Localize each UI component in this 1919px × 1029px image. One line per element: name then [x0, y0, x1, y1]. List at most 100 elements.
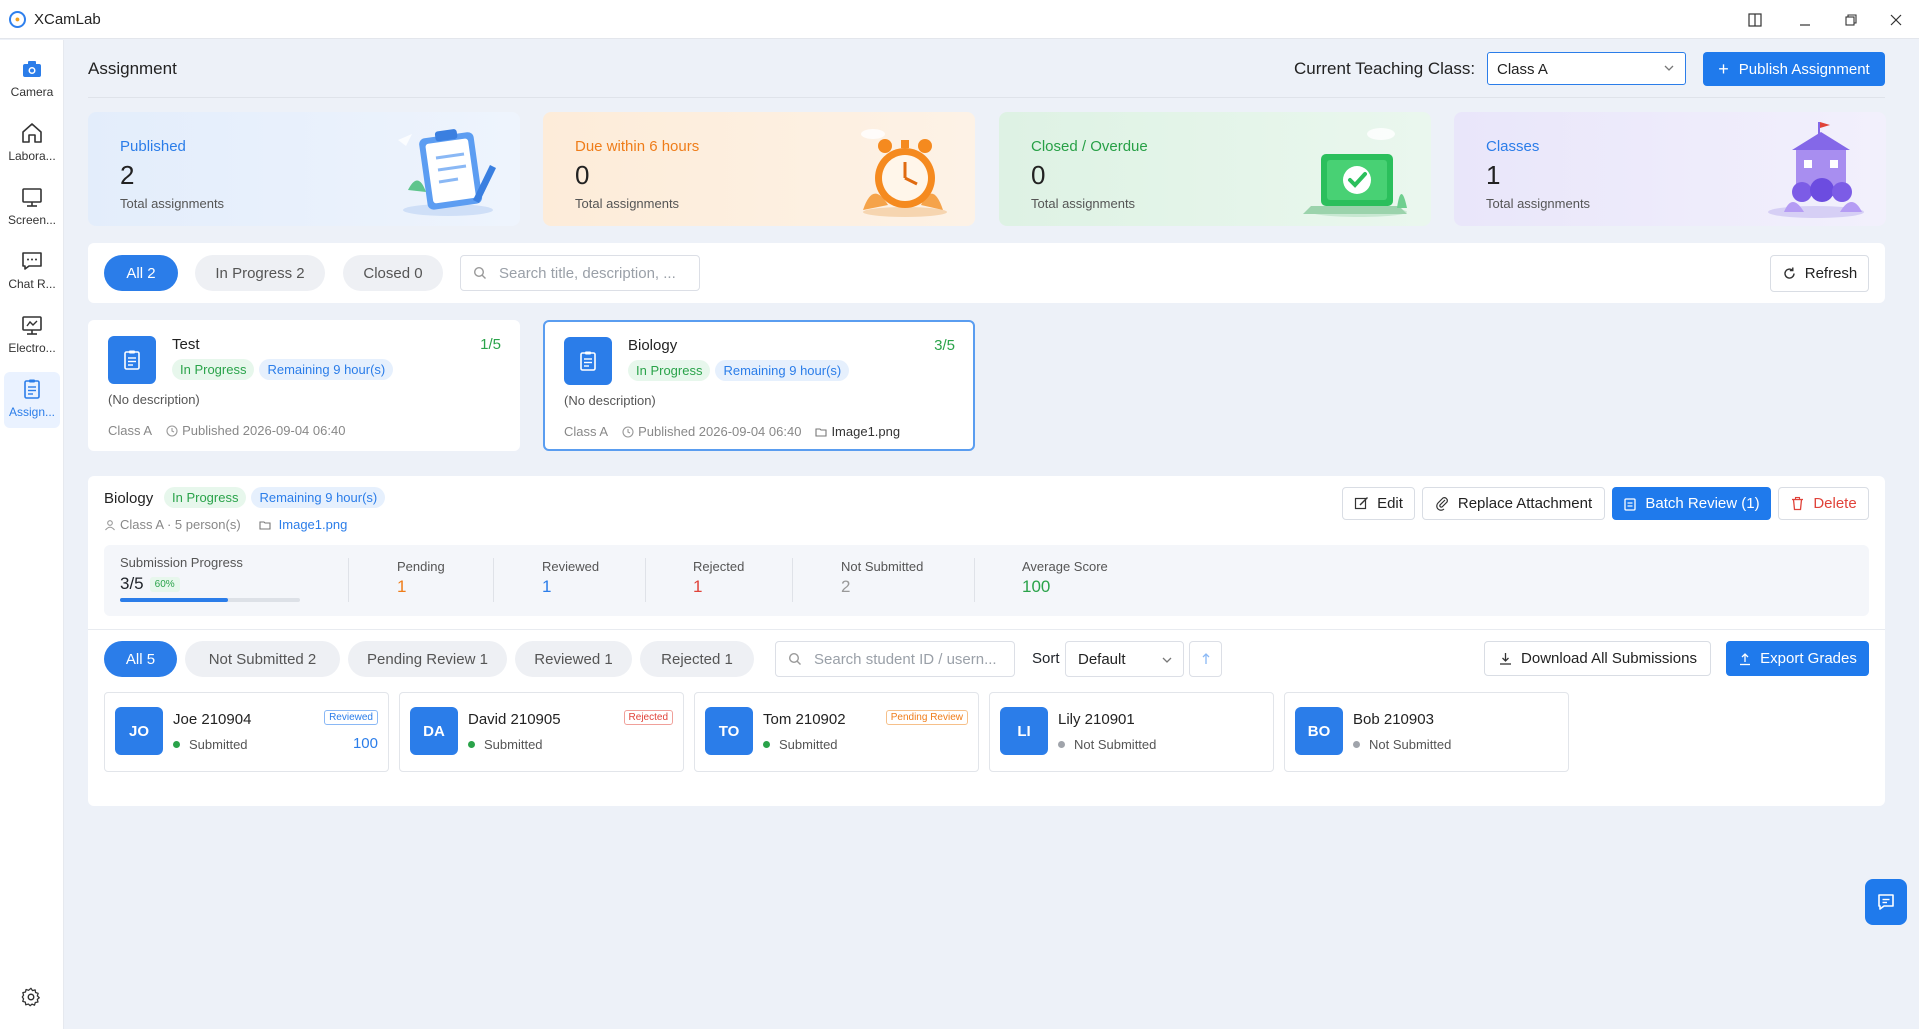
- submission-status: Not Submitted: [1074, 737, 1157, 752]
- sort-select[interactable]: Default: [1065, 641, 1184, 677]
- close-icon[interactable]: [1873, 0, 1919, 39]
- student-search-input[interactable]: Search student ID / usern...: [775, 641, 1015, 677]
- status-badge: In Progress: [628, 360, 711, 381]
- not-submitted-count: 2: [841, 577, 851, 596]
- school-illustration-icon: [1768, 122, 1864, 218]
- page-title: Assignment: [88, 59, 177, 78]
- download-icon: [1500, 653, 1512, 665]
- attachment-file[interactable]: Image1.png: [831, 424, 900, 439]
- submission-progress-box: Submission Progress 3/5 60% Pending 1 Rev…: [104, 545, 1869, 616]
- sidebar-item-electronic[interactable]: Electro...: [4, 308, 60, 364]
- assignment-description: (No description): [564, 393, 656, 408]
- submission-status: Not Submitted: [1369, 737, 1452, 752]
- arrow-up-icon: [1202, 653, 1209, 664]
- sidebar-item-laboratory[interactable]: Labora...: [4, 116, 60, 172]
- folder-icon: [815, 427, 827, 437]
- attachment-link[interactable]: Image1.png: [279, 517, 348, 532]
- settings-gear-icon[interactable]: [20, 986, 44, 1010]
- tab-rejected[interactable]: Rejected 1: [640, 641, 754, 677]
- student-card-david[interactable]: DA David 210905 Submitted Rejected: [399, 692, 684, 772]
- delete-button[interactable]: Delete: [1778, 487, 1869, 520]
- submission-status: Submitted: [779, 737, 838, 752]
- assignment-search-input[interactable]: Search title, description, ...: [460, 255, 700, 291]
- submission-status: Submitted: [189, 737, 248, 752]
- review-badge: Rejected: [623, 710, 673, 725]
- remaining-badge: Remaining 9 hour(s): [251, 487, 386, 508]
- tab-reviewed[interactable]: Reviewed 1: [515, 641, 632, 677]
- tab-in-progress[interactable]: In Progress 2: [195, 255, 325, 291]
- folder-icon: [259, 520, 271, 530]
- sidebar-toggle-icon[interactable]: [1732, 0, 1778, 39]
- export-grades-button[interactable]: Export Grades: [1726, 641, 1869, 676]
- replace-attachment-button[interactable]: Replace Attachment: [1422, 487, 1605, 520]
- camera-icon: [23, 61, 41, 77]
- status-badge: In Progress: [172, 359, 255, 380]
- whiteboard-icon: [22, 316, 42, 335]
- edit-button[interactable]: Edit: [1342, 487, 1415, 520]
- student-score: 100: [352, 735, 378, 752]
- assignment-class: Class A: [108, 423, 153, 438]
- restore-icon[interactable]: [1828, 0, 1874, 39]
- app-title: XCamLab: [34, 10, 101, 28]
- review-badge: Reviewed: [324, 710, 378, 725]
- sidebar-item-camera[interactable]: Camera: [4, 52, 60, 108]
- remaining-badge: Remaining 9 hour(s): [715, 360, 850, 381]
- assignment-card-biology[interactable]: Biology 3/5 In Progress Remaining 9 hour(…: [543, 320, 975, 451]
- sort-direction-button[interactable]: [1189, 641, 1222, 677]
- tab-not-submitted[interactable]: Not Submitted 2: [185, 641, 340, 677]
- refresh-button[interactable]: Refresh: [1770, 255, 1869, 292]
- assignment-filter-bar: All 2 In Progress 2 Closed 0 Search titl…: [88, 243, 1885, 303]
- sidebar-item-screen[interactable]: Screen...: [4, 180, 60, 236]
- tab-pending-review[interactable]: Pending Review 1: [348, 641, 507, 677]
- avatar: BO: [1295, 707, 1343, 755]
- class-select[interactable]: Class A: [1487, 52, 1686, 85]
- app-logo-icon: ●: [9, 10, 26, 28]
- chat-assistant-button[interactable]: [1865, 879, 1907, 925]
- clipboard-illustration-icon: [398, 129, 496, 216]
- student-card-lily[interactable]: LI Lily 210901 Not Submitted: [989, 692, 1274, 772]
- student-name: Lily 210901: [1058, 711, 1135, 728]
- student-card-tom[interactable]: TO Tom 210902 Submitted Pending Review: [694, 692, 979, 772]
- stat-card-classes: Classes 1 Total assignments: [1454, 112, 1886, 226]
- assignment-description: (No description): [108, 392, 200, 407]
- chevron-down-icon: [1162, 657, 1172, 663]
- page-header: Assignment Current Teaching Class: Class…: [88, 40, 1885, 98]
- monitor-icon: [22, 188, 42, 207]
- laptop-check-illustration-icon: [1303, 128, 1407, 217]
- remaining-badge: Remaining 9 hour(s): [259, 359, 394, 380]
- sidebar-item-assignment[interactable]: Assign...: [4, 372, 60, 428]
- assignment-name: Biology: [628, 337, 678, 354]
- class-member-count: Class A · 5 person(s): [120, 517, 241, 532]
- review-badge: Pending Review: [885, 710, 968, 725]
- stat-card-closed: Closed / Overdue 0 Total assignments: [999, 112, 1431, 226]
- published-time: Published 2026-09-04 06:40: [638, 424, 802, 439]
- stat-card-due: Due within 6 hours 0 Total assignments: [543, 112, 975, 226]
- assignment-name: Test: [172, 336, 200, 353]
- plus-icon: +: [1718, 59, 1729, 79]
- title-bar: ● XCamLab: [0, 0, 1919, 39]
- average-score: 100: [1022, 577, 1051, 596]
- search-icon: [788, 652, 801, 665]
- sidebar: Camera Labora... Screen... Chat R... Ele…: [0, 40, 64, 1029]
- refresh-icon: [1784, 267, 1795, 279]
- sidebar-item-chat[interactable]: Chat R...: [4, 244, 60, 300]
- batch-review-button[interactable]: Batch Review (1): [1612, 487, 1771, 520]
- student-card-bob[interactable]: BO Bob 210903 Not Submitted: [1284, 692, 1569, 772]
- search-icon: [473, 266, 486, 279]
- tab-closed[interactable]: Closed 0: [343, 255, 443, 291]
- minimize-icon[interactable]: [1782, 0, 1828, 39]
- tab-all-assignments[interactable]: All 2: [104, 255, 178, 291]
- assignment-card-test[interactable]: Test 1/5 In Progress Remaining 9 hour(s) …: [88, 320, 520, 451]
- class-label: Current Teaching Class:: [1294, 59, 1476, 78]
- published-time: Published 2026-09-04 06:40: [182, 423, 346, 438]
- publish-assignment-button[interactable]: + Publish Assignment: [1703, 52, 1885, 86]
- student-card-joe[interactable]: JO Joe 210904 Submitted Reviewed 100: [104, 692, 389, 772]
- home-icon: [22, 123, 42, 143]
- clock-icon: [166, 424, 178, 437]
- clipboard-icon: [24, 379, 40, 399]
- paperclip-icon: [1436, 497, 1448, 511]
- upload-icon: [1740, 652, 1751, 665]
- download-all-submissions-button[interactable]: Download All Submissions: [1484, 641, 1711, 676]
- detail-title: Biology: [104, 490, 154, 507]
- tab-all-students[interactable]: All 5: [104, 641, 177, 677]
